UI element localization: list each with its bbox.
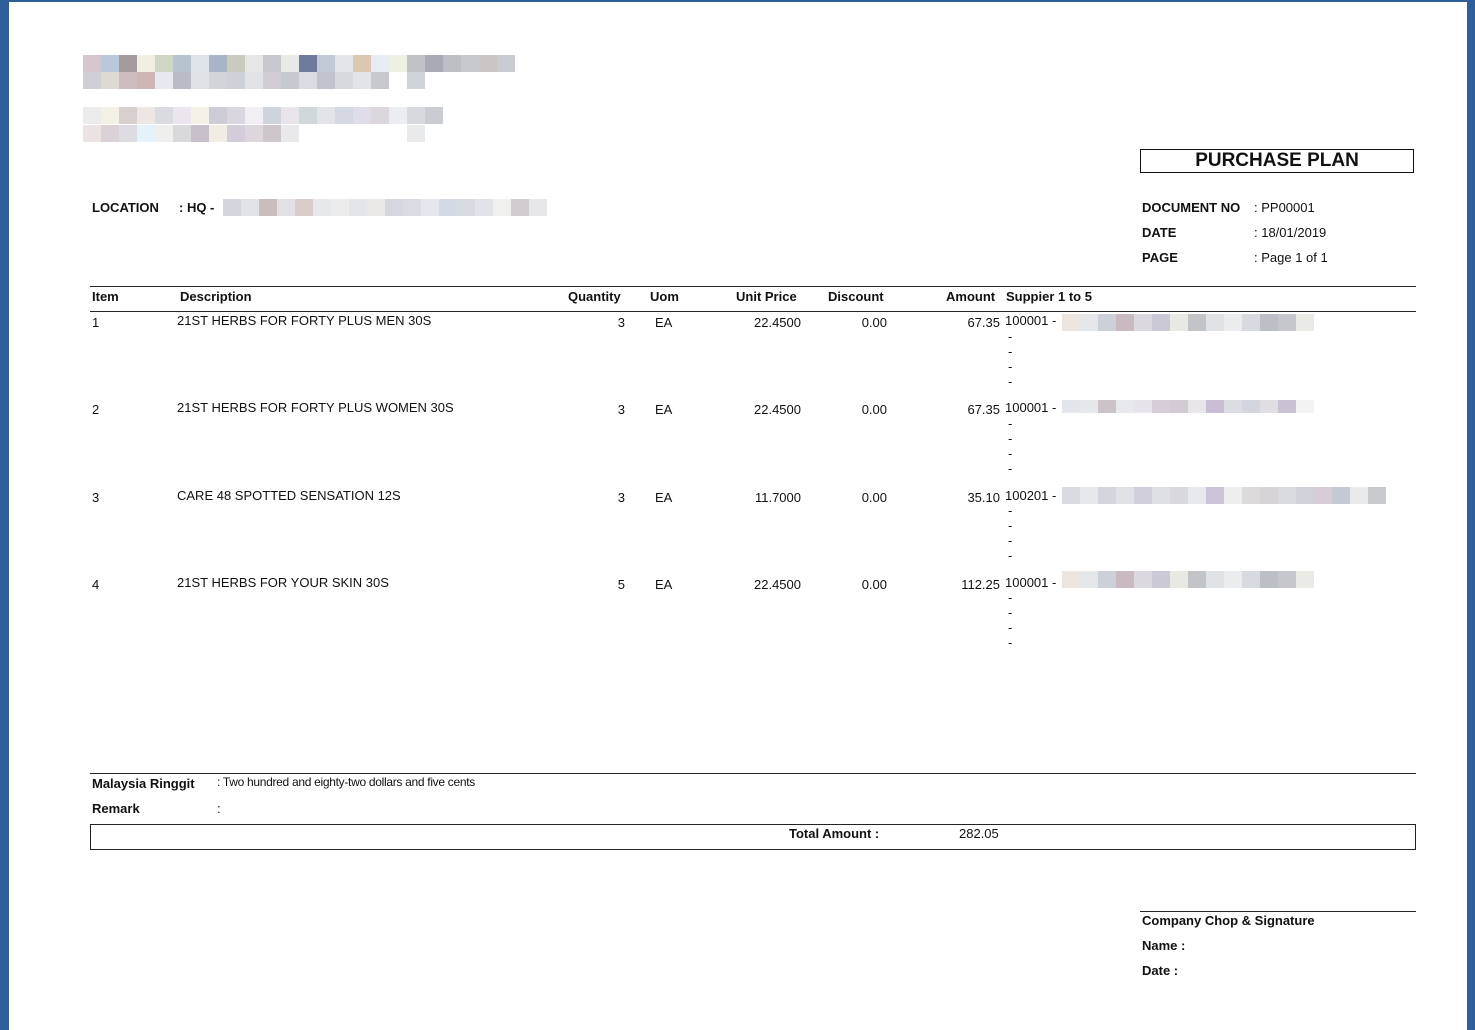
remark-label: Remark (92, 801, 140, 816)
row-quantity: 3 (617, 315, 625, 330)
meta-date-value: : 18/01/2019 (1254, 225, 1327, 240)
row-dash: - (1008, 533, 1013, 548)
total-label: Total Amount : (789, 826, 880, 841)
row-dash: - (1008, 503, 1013, 518)
currency-label: Malaysia Ringgit (92, 776, 195, 791)
row-description: 21ST HERBS FOR YOUR SKIN 30S (177, 575, 389, 590)
row-amount: 67.35 (967, 402, 1000, 417)
meta-page-label: PAGE (1142, 250, 1178, 265)
header-amount: Amount (946, 289, 996, 304)
document-page: PURCHASE PLAN LOCATION : HQ - DOCUMENT N… (0, 0, 1475, 1030)
row-quantity: 5 (617, 577, 625, 592)
row-amount: 67.35 (967, 315, 1000, 330)
redacted-supplier-name (1062, 400, 1314, 413)
row-amount: 35.10 (967, 490, 1000, 505)
redacted-supplier-name (1062, 314, 1314, 331)
row-dash: - (1008, 548, 1013, 563)
row-discount: 0.00 (861, 315, 887, 330)
row-item: 4 (92, 577, 100, 592)
row-description: 21ST HERBS FOR FORTY PLUS WOMEN 30S (177, 400, 454, 415)
row-dash: - (1008, 374, 1013, 389)
row-dash: - (1008, 359, 1013, 374)
redacted-company-address-2 (83, 125, 425, 142)
row-supplier: 100201 - (1005, 488, 1057, 503)
row-item: 1 (92, 315, 100, 330)
row-item: 2 (92, 402, 100, 417)
row-amount: 112.25 (961, 577, 1000, 592)
row-description: CARE 48 SPOTTED SENSATION 12S (177, 488, 401, 503)
row-dash: - (1008, 590, 1013, 605)
row-dash: - (1008, 620, 1013, 635)
redacted-location-name (223, 199, 547, 216)
row-dash: - (1008, 446, 1013, 461)
redacted-supplier-name (1062, 571, 1314, 588)
row-dash: - (1008, 431, 1013, 446)
signature-date-label: Date : (1142, 963, 1179, 978)
header-uom: Uom (650, 289, 679, 304)
signature-name-label: Name : (1142, 938, 1186, 953)
header-discount: Discount (828, 289, 884, 304)
total-box (90, 824, 1416, 850)
total-value: 282.05 (959, 826, 999, 841)
location-label: LOCATION (92, 200, 159, 215)
row-dash: - (1008, 344, 1013, 359)
meta-document-no-label: DOCUMENT NO (1142, 200, 1241, 215)
location-value: : HQ - (179, 200, 215, 215)
document-title: PURCHASE PLAN (1140, 149, 1414, 173)
row-uom: EA (655, 577, 673, 592)
row-unit-price: 22.4500 (754, 315, 801, 330)
row-dash: - (1008, 635, 1013, 650)
meta-date-label: DATE (1142, 225, 1177, 240)
meta-document-no-value: : PP00001 (1254, 200, 1315, 215)
row-uom: EA (655, 315, 673, 330)
row-quantity: 3 (617, 490, 625, 505)
row-discount: 0.00 (861, 490, 887, 505)
row-unit-price: 11.7000 (754, 490, 801, 505)
row-discount: 0.00 (861, 402, 887, 417)
row-dash: - (1008, 605, 1013, 620)
row-item: 3 (92, 490, 100, 505)
header-quantity: Quantity (568, 289, 621, 304)
redacted-company-reg (83, 72, 443, 89)
row-supplier: 100001 - (1005, 313, 1057, 328)
table-top-rule (90, 286, 1416, 288)
row-dash: - (1008, 461, 1013, 476)
currency-words: : Two hundred and eighty-two dollars and… (217, 775, 475, 789)
header-unit-price: Unit Price (736, 289, 797, 304)
row-supplier: 100001 - (1005, 400, 1057, 415)
row-description: 21ST HERBS FOR FORTY PLUS MEN 30S (177, 313, 432, 328)
redacted-company-address-1 (83, 107, 443, 124)
header-supplier: Suppier 1 to 5 (1006, 289, 1092, 304)
row-unit-price: 22.4500 (754, 402, 801, 417)
row-uom: EA (655, 402, 673, 417)
header-item: Item (92, 289, 119, 304)
row-unit-price: 22.4500 (754, 577, 801, 592)
row-discount: 0.00 (861, 577, 887, 592)
row-dash: - (1008, 518, 1013, 533)
row-dash: - (1008, 329, 1013, 344)
redacted-company-name (83, 55, 515, 72)
meta-page-value: : Page 1 of 1 (1254, 250, 1328, 265)
row-dash: - (1008, 416, 1013, 431)
signature-title: Company Chop & Signature (1142, 913, 1315, 928)
remark-value: : (217, 801, 221, 816)
row-supplier: 100001 - (1005, 575, 1057, 590)
row-quantity: 3 (617, 402, 625, 417)
redacted-supplier-name (1062, 487, 1386, 504)
row-uom: EA (655, 490, 673, 505)
header-description: Description (180, 289, 252, 304)
